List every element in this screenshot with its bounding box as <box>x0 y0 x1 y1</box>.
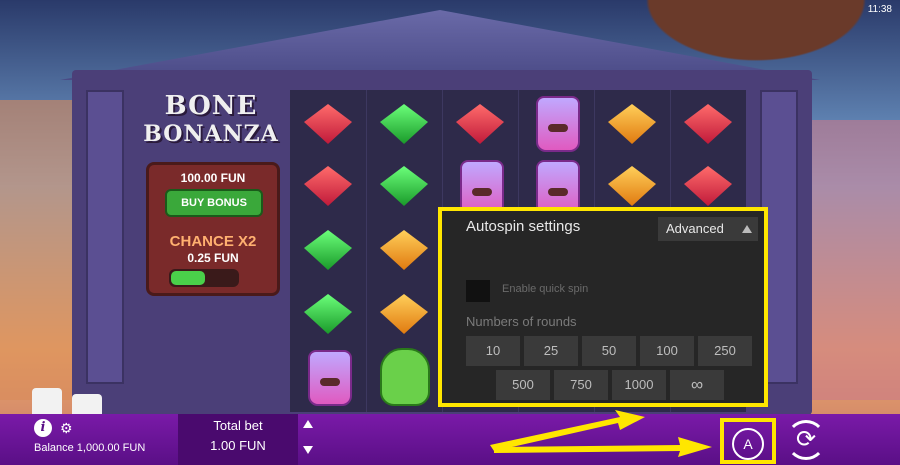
orange-gem-symbol <box>380 294 428 334</box>
quick-spin-checkbox[interactable] <box>466 280 490 302</box>
reel-1 <box>290 90 367 412</box>
buy-bonus-button[interactable]: BUY BONUS <box>165 189 263 217</box>
chance-price: 0.25 FUN <box>187 251 239 265</box>
bet-increase-icon[interactable] <box>303 420 313 428</box>
round-button-25[interactable]: 25 <box>524 336 578 366</box>
red-gem-symbol <box>304 166 352 206</box>
chance-toggle[interactable] <box>169 269 239 287</box>
round-button-750[interactable]: 750 <box>554 370 608 400</box>
chevron-up-icon <box>742 225 752 233</box>
potion-symbol <box>536 96 580 152</box>
balance-label: Balance 1,000.00 FUN <box>34 442 146 454</box>
potion-symbol <box>308 350 352 406</box>
red-gem-symbol <box>684 166 732 206</box>
bonus-box: 100.00 FUN BUY BONUS CHANCE X2 0.25 FUN <box>146 162 280 296</box>
info-icon[interactable]: i <box>34 419 52 437</box>
red-gem-symbol <box>304 104 352 144</box>
green-gem-symbol <box>380 166 428 206</box>
highlight-arrows <box>490 410 712 457</box>
round-button-10[interactable]: 10 <box>466 336 520 366</box>
rounds-label: Numbers of rounds <box>466 314 577 329</box>
orange-gem-symbol <box>608 166 656 206</box>
red-gem-symbol <box>456 104 504 144</box>
pillar-left <box>86 90 124 384</box>
red-gem-symbol <box>684 104 732 144</box>
orange-gem-symbol <box>380 230 428 270</box>
bonus-price: 100.00 FUN <box>180 171 246 185</box>
status-time: 11:38 <box>867 4 892 15</box>
green-gem-symbol <box>304 230 352 270</box>
round-button-100[interactable]: 100 <box>640 336 694 366</box>
bet-decrease-icon[interactable] <box>303 446 313 454</box>
chance-label: CHANCE X2 <box>169 233 257 250</box>
advanced-button[interactable]: Advanced <box>658 217 758 241</box>
orange-gem-symbol <box>608 104 656 144</box>
logo-line-2: BONANZA <box>143 121 279 147</box>
round-button-infinite[interactable]: ∞ <box>670 370 724 400</box>
total-bet-value: 1.00 FUN <box>210 438 266 453</box>
round-button-1000[interactable]: 1000 <box>612 370 666 400</box>
autospin-title: Autospin settings <box>466 218 581 235</box>
logo-line-1: BONE <box>164 91 258 121</box>
autospin-highlight: A <box>720 418 776 464</box>
bonus-panel: BONE BONANZA 100.00 FUN BUY BONUS CHANCE… <box>138 92 284 296</box>
arrow-upper <box>490 410 645 451</box>
green-gem-symbol <box>380 104 428 144</box>
advanced-label: Advanced <box>666 221 724 236</box>
game-logo: BONE BONANZA <box>138 92 284 154</box>
autospin-settings-dialog: Autospin settings Advanced Enable quick … <box>438 207 768 407</box>
total-bet-label: Total bet <box>213 418 263 433</box>
round-button-500[interactable]: 500 <box>496 370 550 400</box>
wall-left <box>0 100 80 400</box>
spin-icon[interactable] <box>786 420 826 460</box>
candles <box>32 378 112 418</box>
round-button-50[interactable]: 50 <box>582 336 636 366</box>
total-bet-block: Total bet 1.00 FUN <box>178 414 298 465</box>
green-gem-symbol <box>304 294 352 334</box>
toggle-knob <box>171 271 205 285</box>
autospin-button[interactable]: A <box>732 428 764 460</box>
round-button-250[interactable]: 250 <box>698 336 752 366</box>
skull-symbol <box>380 348 430 406</box>
quick-spin-label: Enable quick spin <box>502 283 589 295</box>
gear-icon[interactable]: ⚙ <box>60 420 73 437</box>
reel-2 <box>366 90 443 412</box>
